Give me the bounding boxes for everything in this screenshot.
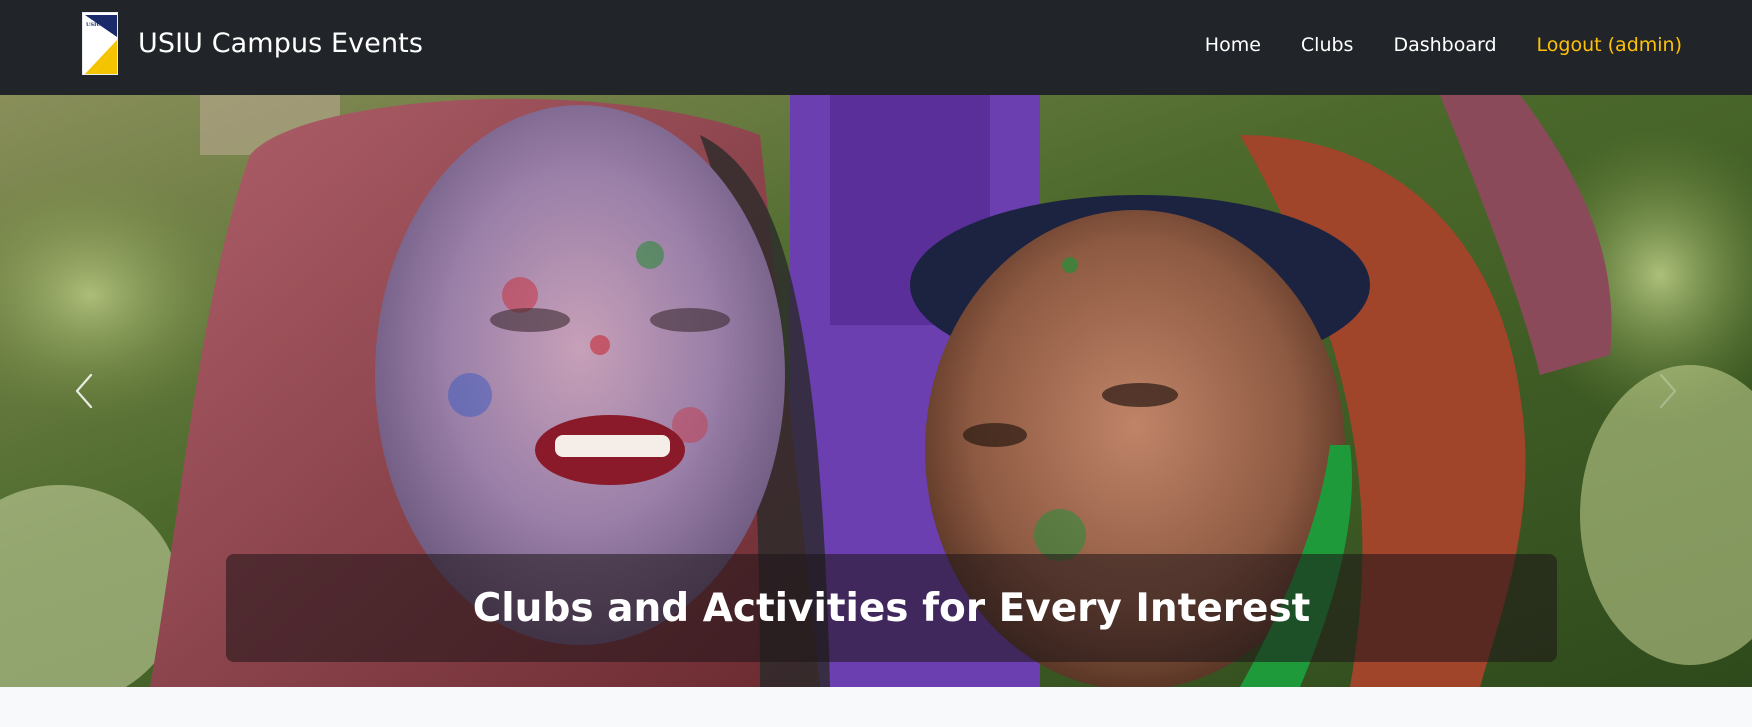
brand-link[interactable]: USIU USIU Campus Events — [82, 12, 423, 75]
chevron-right-icon — [1659, 373, 1677, 409]
chevron-left-icon — [75, 373, 93, 409]
carousel-prev-button[interactable] — [4, 95, 164, 687]
nav-link-clubs[interactable]: Clubs — [1301, 34, 1354, 56]
carousel-caption-title: Clubs and Activities for Every Interest — [472, 585, 1311, 631]
carousel-caption: Clubs and Activities for Every Interest — [226, 554, 1557, 662]
carousel-next-button[interactable] — [1588, 95, 1748, 687]
brand-name: USIU Campus Events — [138, 28, 424, 59]
nav-link-home[interactable]: Home — [1205, 34, 1261, 56]
nav-link-dashboard[interactable]: Dashboard — [1393, 34, 1496, 56]
usiu-logo: USIU — [82, 12, 118, 75]
top-navbar: USIU USIU Campus Events Home Clubs Dashb… — [0, 0, 1752, 95]
hero-carousel: Clubs and Activities for Every Interest — [0, 95, 1752, 687]
page-content-area — [0, 687, 1752, 727]
main-nav: Home Clubs Dashboard Logout (admin) — [1165, 0, 1682, 90]
logo-text: USIU — [86, 22, 101, 28]
nav-link-logout[interactable]: Logout (admin) — [1537, 34, 1682, 56]
